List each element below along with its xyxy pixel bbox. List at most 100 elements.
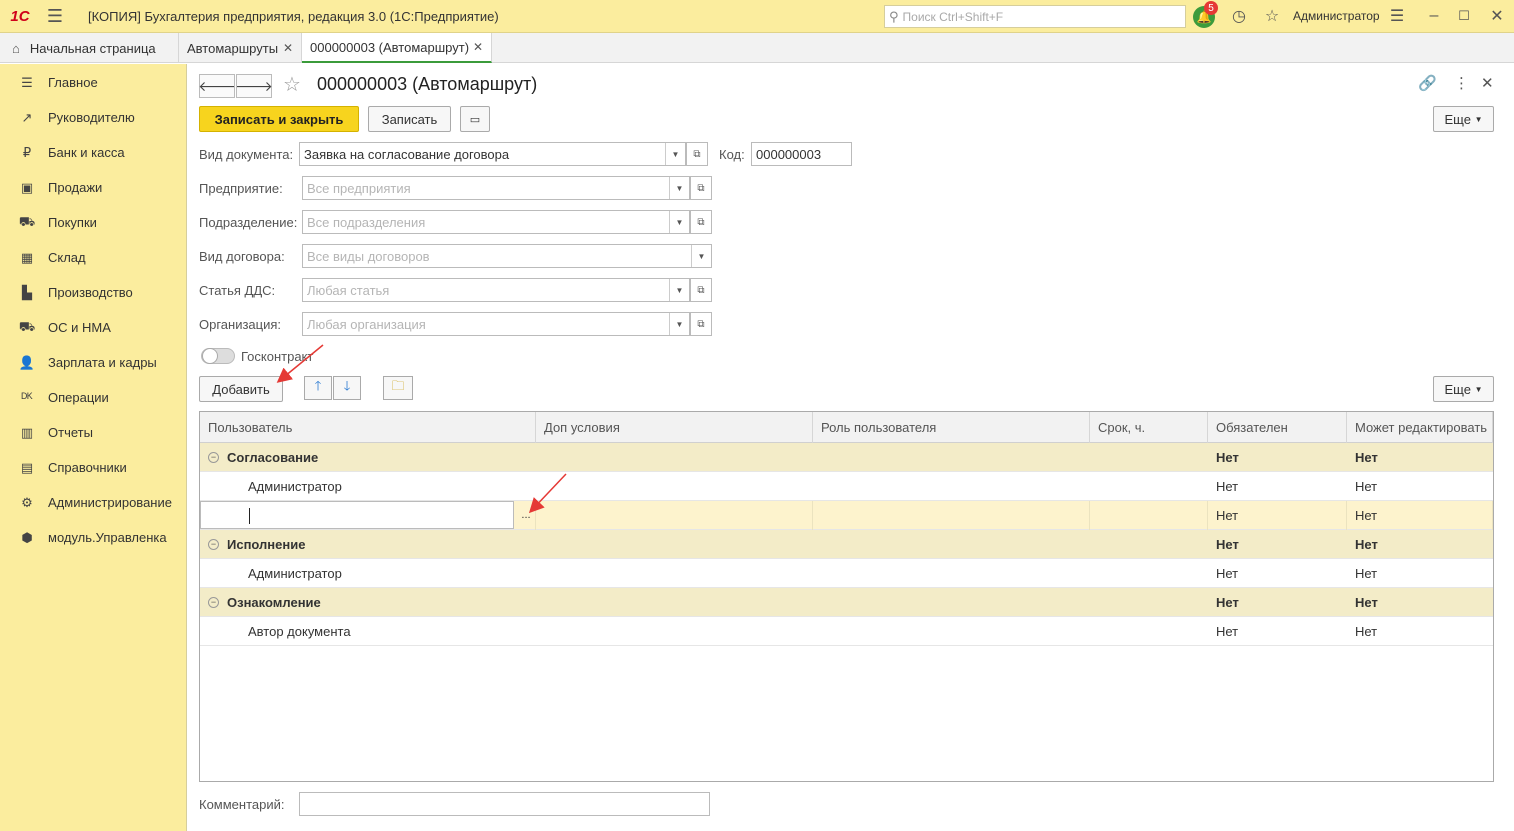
editable-cell[interactable]: Нет (1347, 617, 1493, 646)
open-icon[interactable]: ⧉ (690, 278, 712, 302)
conditions-cell[interactable] (536, 530, 813, 559)
sidebar-item[interactable]: ↗ Руководителю (0, 100, 186, 135)
select-ellipsis-button[interactable]: ... (516, 501, 536, 529)
open-icon[interactable]: ⧉ (690, 210, 712, 234)
sidebar-item[interactable]: ▤ Справочники (0, 450, 186, 485)
open-icon[interactable]: ⧉ (690, 312, 712, 336)
dds-field[interactable]: Любая статья ▼ (302, 278, 690, 302)
sidebar-item[interactable]: ᴰᴷ Операции (0, 380, 186, 415)
editable-cell[interactable]: Нет (1347, 472, 1493, 501)
collapse-icon[interactable]: − (208, 597, 219, 608)
minimize-icon[interactable]: – (1423, 5, 1445, 27)
code-field[interactable]: 000000003 (751, 142, 852, 166)
table-row[interactable]: Нет Нет... (200, 501, 1493, 530)
required-cell[interactable]: Нет (1208, 472, 1347, 501)
column-header[interactable]: Роль пользователя (813, 412, 1090, 443)
column-header[interactable]: Может редактировать (1347, 412, 1493, 443)
hamburger-menu-icon[interactable]: ☰ (40, 0, 70, 33)
close-window-icon[interactable]: ✕ (1486, 5, 1508, 27)
required-cell[interactable]: Нет (1208, 559, 1347, 588)
org-field[interactable]: Любая организация ▼ (302, 312, 690, 336)
role-cell[interactable] (813, 617, 1090, 646)
table-row[interactable]: Администратор Нет Нет (200, 472, 1493, 501)
group-row[interactable]: − Ознакомление Нет Нет (200, 588, 1493, 617)
group-row[interactable]: − Исполнение Нет Нет (200, 530, 1493, 559)
history-icon[interactable]: ◷ (1228, 5, 1250, 27)
collapse-icon[interactable]: − (208, 539, 219, 550)
column-header[interactable]: Доп условия (536, 412, 813, 443)
editable-cell[interactable]: Нет (1347, 559, 1493, 588)
contract-type-field[interactable]: Все виды договоров ▼ (302, 244, 712, 268)
chevron-down-icon[interactable]: ▼ (669, 279, 689, 301)
user-cell[interactable]: − Исполнение (200, 530, 536, 559)
required-cell[interactable]: Нет (1208, 588, 1347, 617)
more-vertical-icon[interactable]: ⋮ (1454, 74, 1469, 92)
role-cell[interactable] (813, 588, 1090, 617)
column-header[interactable]: Пользователь (200, 412, 536, 443)
favorites-star-icon[interactable]: ☆ (1261, 5, 1283, 27)
sidebar-item[interactable]: ⚙ Администрирование (0, 485, 186, 520)
user-cell[interactable]: Автор документа (200, 617, 536, 646)
back-arrow-icon[interactable]: 🡐 (198, 74, 236, 98)
sidebar-item[interactable]: ▣ Продажи (0, 170, 186, 205)
editable-cell[interactable]: Нет (1347, 443, 1493, 472)
gov-contract-toggle[interactable] (201, 348, 235, 364)
deadline-cell[interactable] (1090, 501, 1208, 530)
division-field[interactable]: Все подразделения ▼ (302, 210, 690, 234)
column-header[interactable]: Срок, ч. (1090, 412, 1208, 443)
open-icon[interactable]: ⧉ (686, 142, 708, 166)
move-down-icon[interactable]: 🡓 (333, 376, 361, 400)
sidebar-item[interactable]: ☰ Главное (0, 65, 186, 100)
deadline-cell[interactable] (1090, 472, 1208, 501)
role-cell[interactable] (813, 530, 1090, 559)
user-cell[interactable]: − Согласование (200, 443, 536, 472)
sidebar-item[interactable]: 👤 Зарплата и кадры (0, 345, 186, 380)
move-up-icon[interactable]: 🡑 (304, 376, 332, 400)
add-folder-icon[interactable]: 🗀 (383, 376, 413, 400)
deadline-cell[interactable] (1090, 443, 1208, 472)
close-tab-icon[interactable]: ✕ (473, 40, 483, 54)
user-input[interactable] (200, 501, 514, 529)
sidebar-item[interactable]: ▥ Отчеты (0, 415, 186, 450)
deadline-cell[interactable] (1090, 559, 1208, 588)
sidebar-item[interactable]: ⛟ Покупки (0, 205, 186, 240)
required-cell[interactable]: Нет (1208, 443, 1347, 472)
required-cell[interactable]: Нет (1208, 530, 1347, 559)
tab-automarshruty[interactable]: Автомаршруты ✕ (179, 33, 302, 63)
user-cell[interactable]: − Ознакомление (200, 588, 536, 617)
editable-cell[interactable]: Нет (1347, 501, 1493, 530)
save-and-close-button[interactable]: Записать и закрыть (199, 106, 359, 132)
open-icon[interactable]: ⧉ (690, 176, 712, 200)
table-more-button[interactable]: Еще ▼ (1433, 376, 1494, 402)
user-cell[interactable]: Администратор (200, 472, 536, 501)
conditions-cell[interactable] (536, 559, 813, 588)
table-row[interactable]: Автор документа Нет Нет (200, 617, 1493, 646)
deadline-cell[interactable] (1090, 617, 1208, 646)
doc-type-field[interactable]: Заявка на согласование договора ▼ (299, 142, 686, 166)
required-cell[interactable]: Нет (1208, 501, 1347, 530)
more-button[interactable]: Еще ▼ (1433, 106, 1494, 132)
close-form-icon[interactable]: ✕ (1481, 74, 1494, 92)
conditions-cell[interactable] (536, 588, 813, 617)
conditions-cell[interactable] (536, 617, 813, 646)
tab-current-form[interactable]: 000000003 (Автомаршрут) ✕ (302, 33, 492, 63)
deadline-cell[interactable] (1090, 588, 1208, 617)
sidebar-item[interactable]: ₽ Банк и касса (0, 135, 186, 170)
comment-field[interactable] (299, 792, 710, 816)
add-button[interactable]: Добавить (199, 376, 283, 402)
collapse-icon[interactable]: − (208, 452, 219, 463)
sidebar-item[interactable]: ▙ Производство (0, 275, 186, 310)
sidebar-item[interactable]: ▦ Склад (0, 240, 186, 275)
chevron-down-icon[interactable]: ▼ (669, 177, 689, 199)
save-button[interactable]: Записать (368, 106, 451, 132)
role-cell[interactable] (813, 472, 1090, 501)
deadline-cell[interactable] (1090, 530, 1208, 559)
maximize-icon[interactable]: ☐ (1453, 5, 1475, 27)
favorite-star-icon[interactable]: ☆ (283, 72, 301, 97)
role-cell[interactable] (813, 443, 1090, 472)
settings-menu-icon[interactable]: ☰ (1386, 5, 1408, 27)
search-input[interactable]: ⚲ Поиск Ctrl+Shift+F (884, 5, 1186, 28)
forward-arrow-icon[interactable]: 🡒 (235, 74, 273, 98)
sidebar-item[interactable]: ⬢ модуль.Управленка (0, 520, 186, 555)
editable-cell[interactable]: Нет (1347, 588, 1493, 617)
